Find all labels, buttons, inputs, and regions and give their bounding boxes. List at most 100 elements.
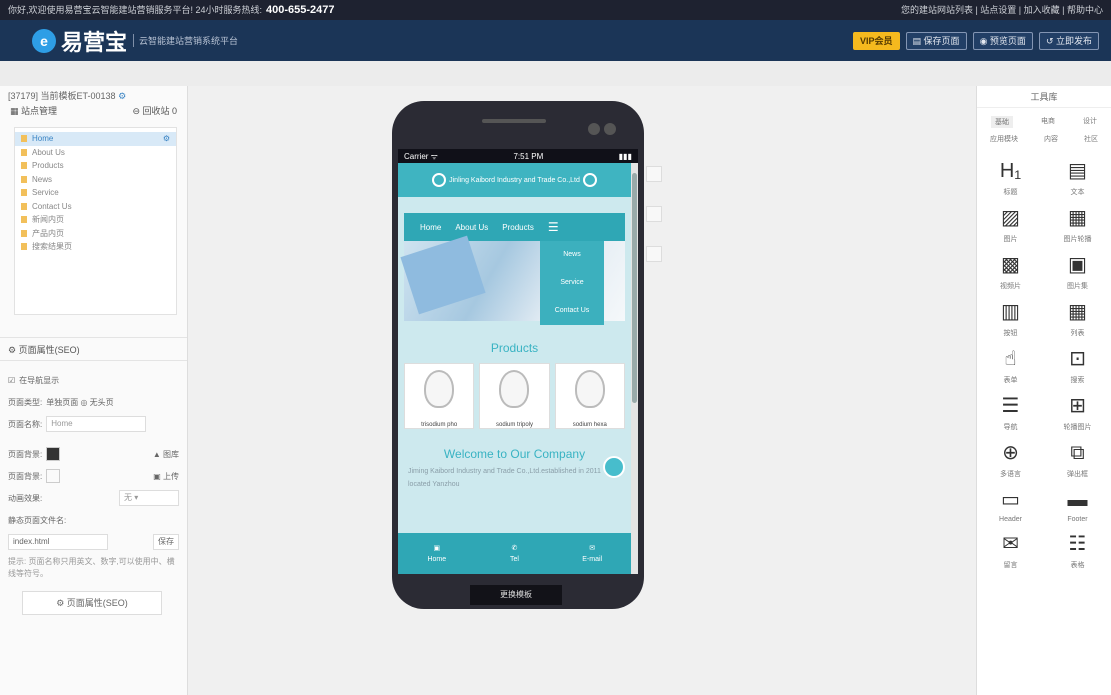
tool-item[interactable]: ⊕ 多语言 xyxy=(977,442,1044,479)
tool-tab[interactable]: 基础 xyxy=(991,116,1013,128)
save-icon: ▤ xyxy=(912,35,924,46)
nav-link[interactable]: Home xyxy=(420,223,441,232)
page-item[interactable]: Products xyxy=(15,159,176,173)
tool-item[interactable]: ▤ 文本 xyxy=(1044,160,1111,197)
scrollbar[interactable] xyxy=(631,163,638,574)
tool-tab[interactable]: 设计 xyxy=(1083,116,1097,128)
mobile-site[interactable]: Jinling Kaibord Industry and Trade Co.,L… xyxy=(398,163,631,574)
footer-home[interactable]: ▣ Home xyxy=(398,533,476,574)
tool-item[interactable]: ▨ 图片 xyxy=(977,207,1044,244)
bg-library-link[interactable]: ▲ 图库 xyxy=(153,449,179,460)
product-card[interactable]: trisodium pho xyxy=(404,363,475,429)
tool-icon: ⊡ xyxy=(1069,348,1086,370)
page-type-row: 页面类型: 单独页面 ◎ 无头页 xyxy=(8,397,114,408)
tool-tab[interactable]: 社区 xyxy=(1084,134,1098,144)
tool-icon: ☷ xyxy=(1068,533,1087,555)
nav-link[interactable]: About Us xyxy=(455,223,488,232)
nav-link[interactable]: Products xyxy=(502,223,534,232)
dropdown-item[interactable]: Contact Us xyxy=(540,297,604,325)
site-selector[interactable]: [37179] 当前模板ET-00138 ⚙ xyxy=(0,86,187,102)
hamburger-icon[interactable]: ☰ xyxy=(548,220,559,234)
brand-tagline: 云智能建站营销系统平台 xyxy=(133,34,238,47)
page-icon xyxy=(21,189,27,197)
tool-icon: ☰ xyxy=(1001,395,1020,417)
tool-item[interactable]: ▣ 图片集 xyxy=(1044,254,1111,291)
gear-icon[interactable]: ⚙ xyxy=(163,134,170,143)
undo-icon[interactable] xyxy=(646,206,662,222)
checkbox[interactable]: ☑ xyxy=(8,376,15,385)
product-card[interactable]: sodium tripoly xyxy=(479,363,550,429)
scroll-thumb[interactable] xyxy=(632,173,637,403)
tool-item[interactable]: ☰ 导航 xyxy=(977,395,1044,432)
file-save-button[interactable]: 保存 xyxy=(153,534,179,550)
page-item[interactable]: 搜索结果页 xyxy=(15,240,176,254)
tool-item[interactable]: ⊞ 轮播图片 xyxy=(1044,395,1111,432)
phone-icon: ✆ xyxy=(511,545,518,552)
tool-item[interactable]: ☝ 表单 xyxy=(977,348,1044,385)
tool-item[interactable]: H₁ 标题 xyxy=(977,160,1044,197)
grid-tool-icon[interactable] xyxy=(646,166,662,182)
anim-row: 动画效果: 无 ▾ xyxy=(0,487,187,509)
page-item[interactable]: Home ⚙ xyxy=(15,132,176,146)
tool-item[interactable]: ✉ 留言 xyxy=(977,533,1044,570)
site-header[interactable]: Jinling Kaibord Industry and Trade Co.,L… xyxy=(398,163,631,197)
page-type-radio[interactable]: 单独页面 ◎ 无头页 xyxy=(46,397,113,408)
recycle-bin-tab[interactable]: ⊖ 回收站 0 xyxy=(132,104,177,117)
page-item[interactable]: 新闻内页 xyxy=(15,213,176,227)
tool-item[interactable]: ⧉ 弹出框 xyxy=(1044,442,1111,479)
settings-icon[interactable]: ⚙ xyxy=(118,91,126,101)
tool-icon: ▥ xyxy=(1001,301,1020,323)
tool-tab[interactable]: 应用模块 xyxy=(990,134,1018,144)
site-manage-tab[interactable]: ▦ 站点管理 xyxy=(10,104,57,117)
tool-item[interactable]: ⊡ 搜索 xyxy=(1044,348,1111,385)
tool-item[interactable]: ▦ 图片轮播 xyxy=(1044,207,1111,244)
app-header: e 易营宝 云智能建站营销系统平台 VIP会员 ▤ 保存页面 ◉ 预览页面 ↺ … xyxy=(0,20,1111,61)
product-card[interactable]: sodium hexa xyxy=(554,363,625,429)
hotline-number: 400-655-2477 xyxy=(266,4,335,16)
bg-color-swatch[interactable] xyxy=(46,447,61,461)
vip-badge-button[interactable]: VIP会员 xyxy=(853,31,900,50)
page-item[interactable]: Contact Us xyxy=(15,200,176,214)
tool-item[interactable]: ▥ 按钮 xyxy=(977,301,1044,338)
page-item[interactable]: 产品内页 xyxy=(15,227,176,241)
tool-item[interactable]: ▭ Header xyxy=(977,489,1044,523)
footer-email[interactable]: ✉ E-mail xyxy=(553,533,631,574)
seo-properties-button[interactable]: ⚙ 页面属性(SEO) xyxy=(22,591,162,615)
preview-page-button[interactable]: ◉ 预览页面 xyxy=(972,31,1033,50)
tool-icon: ⊞ xyxy=(1069,395,1086,417)
page-item[interactable]: Service xyxy=(15,186,176,200)
save-page-button[interactable]: ▤ 保存页面 xyxy=(905,31,967,50)
tool-tabs-row1: 基础 电商 设计 xyxy=(977,108,1111,132)
tool-tab[interactable]: 电商 xyxy=(1041,116,1055,128)
hotline-text: 你好,欢迎使用易营宝云智能建站营销服务平台! 24小时服务热线: 400-655-… xyxy=(8,4,335,16)
publish-icon: ↺ xyxy=(1045,35,1056,46)
menu-circle-icon[interactable] xyxy=(432,173,447,187)
bg2-swatch[interactable] xyxy=(46,469,61,483)
redo-icon[interactable] xyxy=(646,246,662,262)
page-item[interactable]: About Us xyxy=(15,146,176,160)
seo-section-header[interactable]: ⚙ 页面属性(SEO) xyxy=(0,337,187,361)
phone-screen[interactable]: Carrier ᯤ 7:51 PM ▮▮▮ Jinling Kaibord Indu… xyxy=(398,149,638,574)
upload-link[interactable]: ▣ 上传 xyxy=(153,471,179,482)
file-name-input[interactable]: index.html xyxy=(8,534,108,550)
publish-button[interactable]: ↺ 立即发布 xyxy=(1038,31,1099,50)
nav-show-row[interactable]: ☑ 在导航显示 xyxy=(0,369,187,391)
tool-label: Footer xyxy=(1067,516,1088,523)
tool-icon: ⧉ xyxy=(1070,442,1085,464)
page-item[interactable]: News xyxy=(15,173,176,187)
tool-tab[interactable]: 内容 xyxy=(1044,134,1058,144)
top-links[interactable]: 您的建站网站列表 | 站点设置 | 加入收藏 | 帮助中心 xyxy=(901,0,1103,20)
footer-tel[interactable]: ✆ Tel xyxy=(476,533,554,574)
tool-item[interactable]: ▬ Footer xyxy=(1044,489,1111,523)
change-template-button[interactable]: 更换模板 xyxy=(470,585,562,605)
page-name-input[interactable]: Home xyxy=(46,416,147,432)
back-to-top-icon[interactable] xyxy=(603,456,625,478)
tool-item[interactable]: ▦ 列表 xyxy=(1044,301,1111,338)
tool-item[interactable]: ▩ 视频片 xyxy=(977,254,1044,291)
dropdown-item[interactable]: News xyxy=(540,241,604,269)
animation-select[interactable]: 无 ▾ xyxy=(119,490,179,506)
tool-library-title: 工具库 xyxy=(977,86,1111,108)
tool-item[interactable]: ☷ 表格 xyxy=(1044,533,1111,570)
dropdown-item[interactable]: Service xyxy=(540,269,604,297)
search-circle-icon[interactable] xyxy=(582,173,597,187)
